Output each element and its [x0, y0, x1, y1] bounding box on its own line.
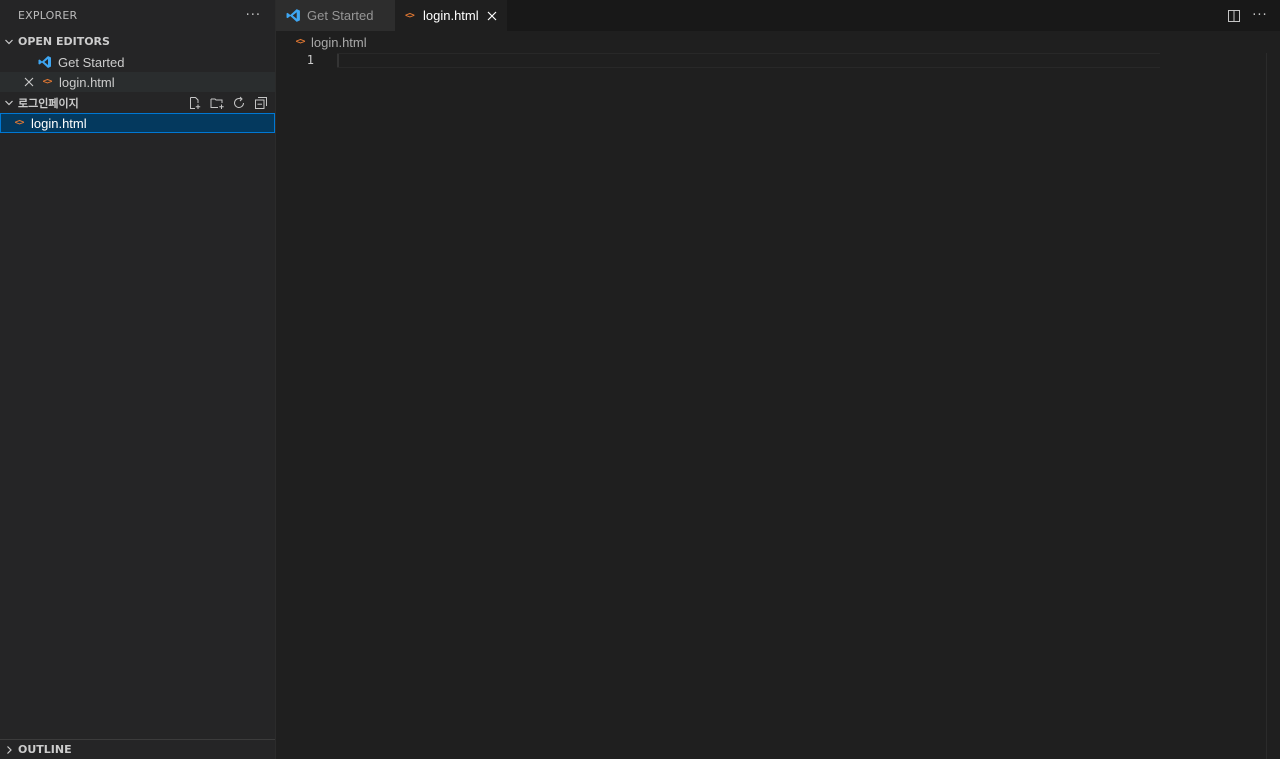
folder-actions: [187, 92, 269, 113]
explorer-more-actions-button[interactable]: ···: [246, 9, 261, 22]
outline-section-header[interactable]: OUTLINE: [0, 739, 275, 759]
vscode-icon: [38, 55, 52, 69]
explorer-sidebar: EXPLORER ··· OPEN EDITORS Get Started <>…: [0, 0, 276, 759]
chevron-right-icon: [0, 745, 18, 755]
breadcrumb: <> login.html: [276, 31, 1280, 53]
chevron-down-icon: [0, 98, 18, 108]
open-editors-label: OPEN EDITORS: [18, 35, 110, 48]
code-editor[interactable]: 1: [276, 53, 1280, 759]
open-editor-label: Get Started: [58, 54, 125, 70]
line-number: 1: [306, 53, 314, 67]
tab-get-started[interactable]: Get Started: [276, 0, 395, 31]
vertical-scrollbar[interactable]: [1266, 53, 1280, 759]
folder-label: 로그인페이지: [18, 96, 79, 110]
current-line-highlight: [337, 53, 1160, 68]
text-cursor: [337, 54, 339, 67]
html-file-icon: <>: [14, 118, 25, 128]
tab-label: Get Started: [307, 8, 374, 23]
html-file-icon: <>: [295, 37, 306, 47]
editor-tab-bar: Get Started <> login.html ···: [276, 0, 1280, 31]
open-editor-item-login-html[interactable]: <> login.html: [0, 72, 275, 92]
open-editor-item-get-started[interactable]: Get Started: [0, 52, 275, 72]
breadcrumb-file[interactable]: login.html: [311, 35, 367, 50]
open-editors-section-header[interactable]: OPEN EDITORS: [0, 31, 275, 52]
chevron-down-icon: [0, 37, 18, 47]
html-file-icon: <>: [42, 77, 53, 87]
collapse-all-icon[interactable]: [253, 95, 269, 111]
refresh-icon[interactable]: [231, 95, 247, 111]
file-label: login.html: [31, 115, 87, 131]
tab-label: login.html: [423, 8, 479, 23]
open-editor-label: login.html: [59, 74, 115, 90]
close-icon[interactable]: [23, 76, 35, 88]
new-file-icon[interactable]: [187, 95, 203, 111]
close-icon[interactable]: [487, 11, 497, 21]
folder-file-item-login-html[interactable]: <> login.html: [0, 113, 275, 133]
outline-label: OUTLINE: [18, 743, 72, 756]
tab-login-html[interactable]: <> login.html: [395, 0, 507, 31]
html-file-icon: <>: [405, 10, 415, 21]
editor-more-actions-button[interactable]: ···: [1252, 8, 1268, 24]
editor-actions: ···: [1226, 0, 1280, 31]
vscode-icon: [286, 8, 301, 23]
folder-section-header[interactable]: 로그인페이지: [0, 92, 275, 113]
explorer-header: EXPLORER ···: [0, 0, 275, 31]
new-folder-icon[interactable]: [209, 95, 225, 111]
split-editor-icon[interactable]: [1226, 8, 1242, 24]
explorer-title: EXPLORER: [18, 9, 78, 22]
